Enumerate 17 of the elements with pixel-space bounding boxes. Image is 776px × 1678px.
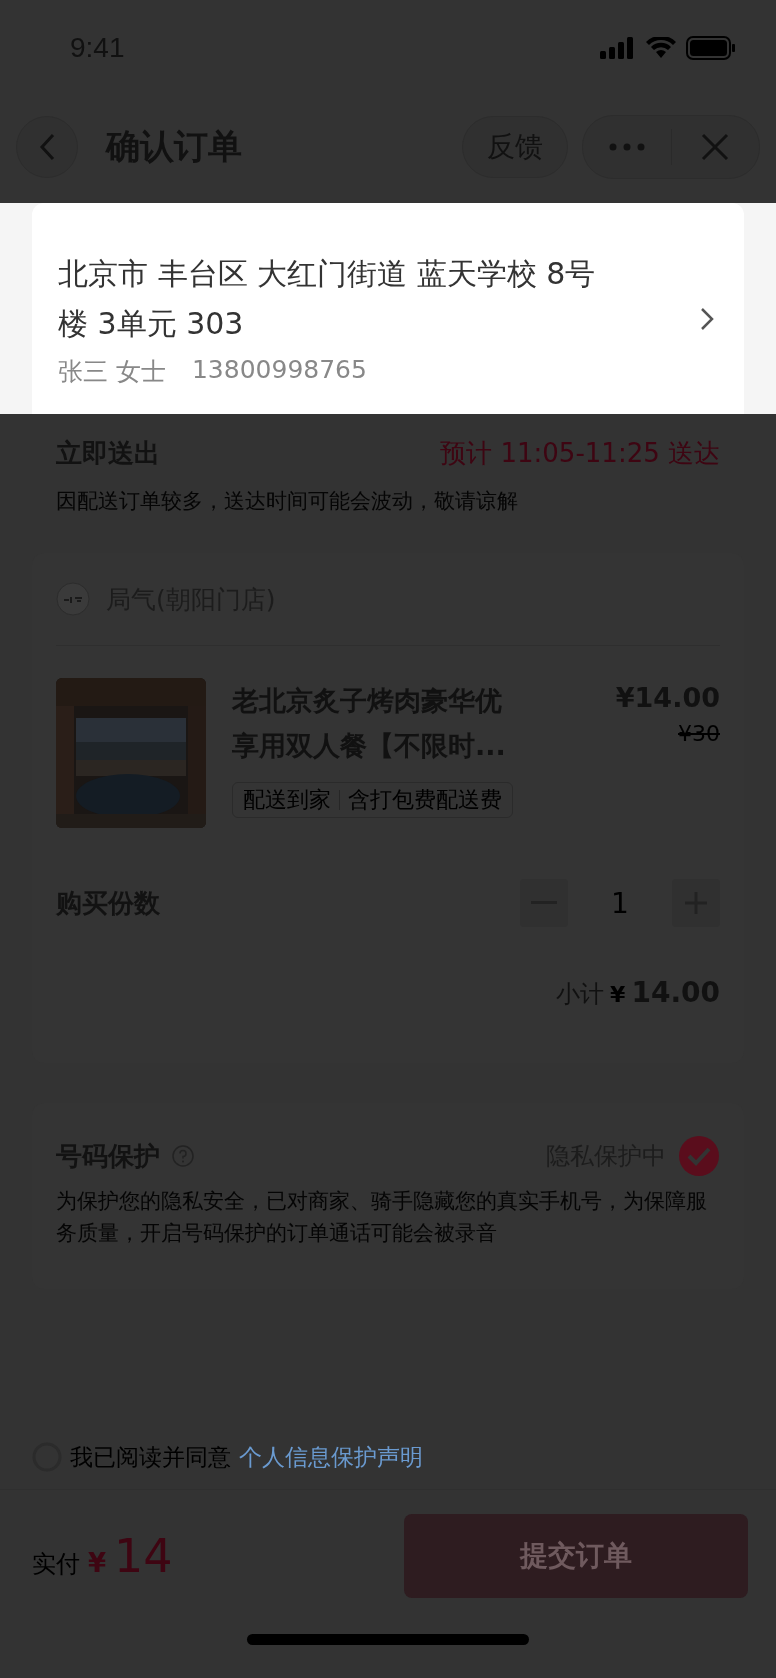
submit-order-button[interactable]: 提交订单 [404,1514,748,1598]
battery-icon [686,36,736,60]
address-card[interactable]: 北京市 丰台区 大红门街道 蓝天学校 8号楼 3单元 303 张三 女士 13800998765 [32,203,744,414]
contact-name: 张三 女士 [58,356,166,388]
contact-phone: 13800998765 [191,355,367,386]
subtotal-currency: ¥ [610,982,626,1007]
address-text: 北京市 丰台区 大红门街道 蓝天学校 8号楼 3单元 303 [58,255,597,343]
shop-logo-icon [56,582,90,616]
close-icon [701,132,730,161]
wifi-icon [646,37,676,59]
privacy-statement-link[interactable]: 个人信息保护声明 [239,1441,423,1473]
privacy-checkbox[interactable] [678,1135,720,1177]
payment-currency: ¥ [88,1548,107,1578]
more-icon [608,142,645,151]
signal-icon [600,37,636,59]
chevron-right-icon [700,306,714,331]
back-icon [39,132,55,161]
